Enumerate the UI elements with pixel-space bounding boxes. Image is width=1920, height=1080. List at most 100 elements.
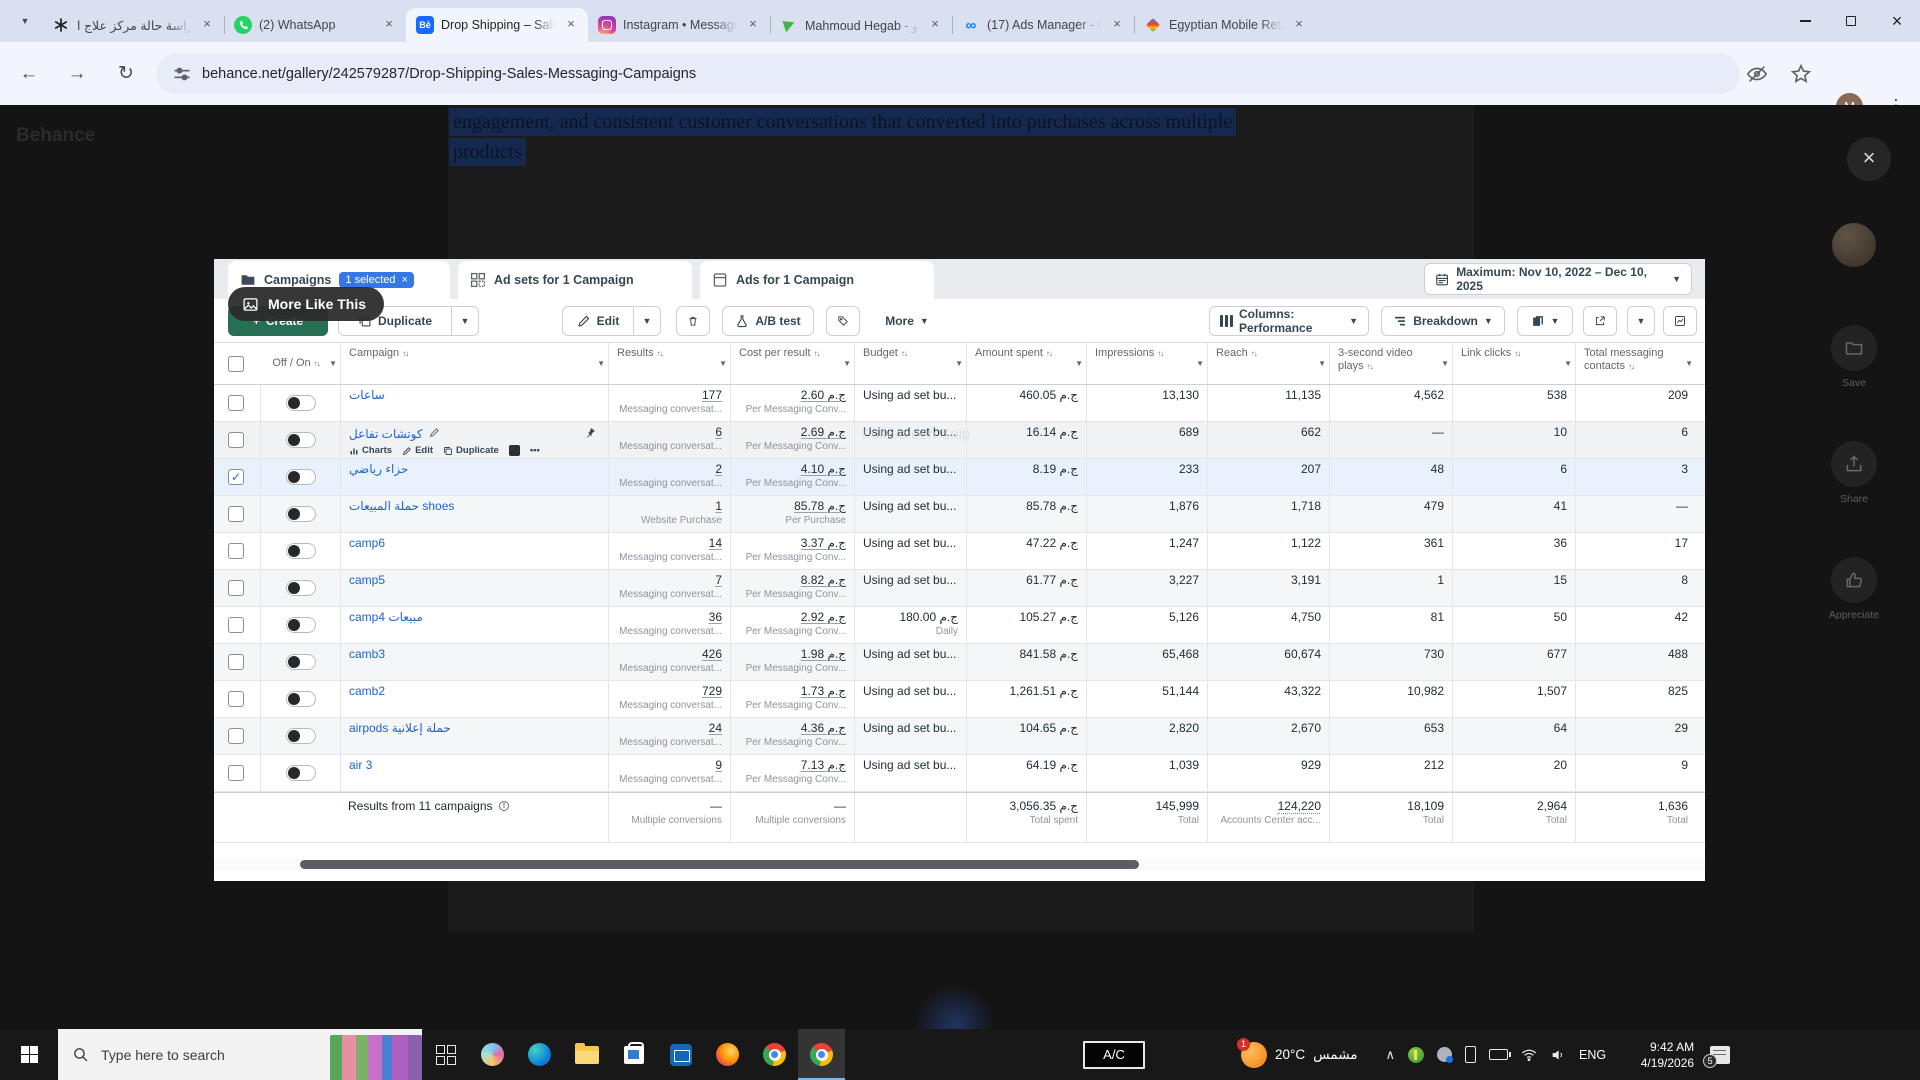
table-row[interactable]: air 3 9Messaging conversat... 7.13 ج.مPe… (214, 755, 1705, 792)
column-header[interactable]: Reach↑↓▼ (1207, 343, 1329, 384)
tab-close-icon[interactable]: × (1108, 16, 1126, 34)
cost-value[interactable]: 4.36 ج.م (739, 721, 846, 735)
results-value[interactable]: 9 (617, 758, 722, 772)
campaign-toggle[interactable] (286, 506, 316, 522)
cost-value[interactable]: 2.92 ج.م (739, 610, 846, 624)
browser-tab[interactable]: (2) WhatsApp × (224, 8, 406, 42)
cost-value[interactable]: 4.10 ج.م (739, 462, 846, 476)
more-like-this-button[interactable]: More Like This (228, 287, 384, 321)
browser-tab[interactable]: دراسة حالة مركز علاج ا × (42, 8, 224, 42)
appreciate-button[interactable] (1831, 557, 1877, 603)
chrome-active-button[interactable] (798, 1029, 845, 1080)
sort-icon[interactable]: ↑↓ (1251, 349, 1257, 358)
row-checkbox[interactable]: ✓ (228, 469, 244, 485)
campaign-toggle[interactable] (286, 728, 316, 744)
column-header[interactable]: 3-second video plays↑↓▼ (1329, 343, 1452, 384)
sort-icon[interactable]: ↑↓ (814, 349, 820, 358)
preview-action-icon[interactable] (509, 445, 520, 456)
caret-down-icon[interactable]: ▼ (955, 357, 963, 370)
table-row[interactable]: حملة المبيعات shoes 1Website Purchase 85… (214, 496, 1705, 533)
sort-icon[interactable]: ↑↓ (901, 349, 907, 358)
row-checkbox[interactable] (228, 691, 244, 707)
edit-pencil-icon[interactable] (429, 425, 440, 443)
table-row[interactable]: ساعات 177Messaging conversat... 2.60 ج.م… (214, 385, 1705, 422)
browser-tab[interactable]: Mahmoud Hegab - يو × (770, 8, 952, 42)
results-value[interactable]: 6 (617, 425, 722, 439)
campaign-name-link[interactable]: camb3 (349, 647, 385, 661)
caret-down-icon[interactable]: ▼ (1196, 357, 1204, 370)
sort-icon[interactable]: ↑↓ (1628, 362, 1634, 371)
caret-down-icon[interactable]: ▼ (597, 357, 605, 370)
caret-down-icon[interactable]: ▼ (719, 357, 727, 370)
browser-tab[interactable]: ∞ (17) Ads Manager - M × (952, 8, 1134, 42)
results-value[interactable]: 729 (617, 684, 722, 698)
campaign-name-link[interactable]: ساعات (349, 388, 385, 402)
campaign-toggle[interactable] (286, 765, 316, 781)
table-row[interactable]: airpods حملة إعلانية 24Messaging convers… (214, 718, 1705, 755)
battery-icon[interactable] (1489, 1049, 1508, 1060)
columns-button[interactable]: Columns: Performance▼ (1209, 306, 1369, 336)
file-explorer-button[interactable] (563, 1029, 610, 1080)
scrollbar-thumb[interactable] (300, 860, 1139, 869)
campaign-name-link[interactable]: air 3 (349, 758, 372, 772)
chrome-button[interactable] (751, 1029, 798, 1080)
campaign-toggle[interactable] (286, 617, 316, 633)
delete-button[interactable] (676, 306, 710, 336)
more-button[interactable]: More▼ (872, 306, 942, 336)
results-value[interactable]: 14 (617, 536, 722, 550)
search-doodle-books[interactable] (330, 1035, 422, 1080)
tab-close-icon[interactable]: × (562, 16, 580, 34)
campaign-name-link[interactable]: camp6 (349, 536, 385, 550)
wifi-icon[interactable] (1521, 1047, 1537, 1063)
edit-button[interactable]: Edit (562, 306, 634, 336)
reports-button[interactable]: ▼ (1517, 306, 1573, 336)
copilot-button[interactable] (469, 1029, 516, 1080)
tray-app-icon[interactable] (1437, 1047, 1452, 1062)
volume-icon[interactable] (1550, 1047, 1566, 1063)
caret-down-icon[interactable]: ▼ (1685, 357, 1693, 370)
table-row[interactable]: camp6 14Messaging conversat... 3.37 ج.مP… (214, 533, 1705, 570)
results-value[interactable]: 426 (617, 647, 722, 661)
duplicate-action[interactable]: Duplicate (443, 445, 499, 456)
horizontal-scrollbar[interactable] (214, 859, 1705, 871)
campaign-toggle[interactable] (286, 691, 316, 707)
column-header[interactable]: Campaign↑↓▼ (340, 343, 608, 384)
tray-chevron-icon[interactable]: ∧ (1385, 1047, 1395, 1063)
row-checkbox[interactable] (228, 654, 244, 670)
antivirus-icon[interactable] (1408, 1047, 1424, 1063)
caret-down-icon[interactable]: ▼ (1075, 357, 1083, 370)
row-checkbox[interactable] (228, 765, 244, 781)
taskbar-clock[interactable]: 9:42 AM 4/19/2026 (1622, 1039, 1694, 1071)
column-header[interactable]: Impressions↑↓▼ (1086, 343, 1207, 384)
sort-icon[interactable]: ↑↓ (402, 349, 408, 358)
table-row[interactable]: camb3 426Messaging conversat... 1.98 ج.م… (214, 644, 1705, 681)
share-button[interactable] (1831, 441, 1877, 487)
export-caret-button[interactable]: ▼ (1627, 306, 1655, 336)
reload-button[interactable]: ↻ (111, 59, 141, 89)
charts-action[interactable]: Charts (349, 445, 392, 456)
row-checkbox[interactable] (228, 580, 244, 596)
firefox-button[interactable] (704, 1029, 751, 1080)
export-button[interactable] (1583, 306, 1617, 336)
edit-caret-button[interactable]: ▼ (633, 306, 661, 336)
outlook-button[interactable] (657, 1029, 704, 1080)
campaign-name-link[interactable]: حزاء رياضي (349, 462, 408, 476)
eye-off-icon[interactable] (1746, 63, 1768, 85)
tab-close-icon[interactable]: × (198, 16, 216, 34)
pin-icon[interactable] (585, 425, 596, 443)
campaign-toggle[interactable] (286, 469, 316, 485)
ac-indicator[interactable]: A/C (1083, 1041, 1145, 1069)
table-row[interactable]: camp5 7Messaging conversat... 8.82 ج.مPe… (214, 570, 1705, 607)
row-checkbox[interactable] (228, 543, 244, 559)
tab-close-icon[interactable]: × (1290, 16, 1308, 34)
lightbox-close-icon[interactable]: × (1847, 137, 1891, 181)
browser-tab[interactable]: Bē Drop Shipping – Sale × (406, 8, 588, 42)
column-header[interactable]: Total messaging contacts↑↓▼ (1575, 343, 1696, 384)
row-checkbox[interactable] (228, 395, 244, 411)
window-close-button[interactable]: × (1874, 0, 1920, 42)
caret-down-icon[interactable]: ▼ (329, 357, 337, 370)
row-checkbox[interactable] (228, 617, 244, 633)
tab-close-icon[interactable]: × (744, 16, 762, 34)
date-range-button[interactable]: Maximum: Nov 10, 2022 – Dec 10, 2025 ▼ (1424, 263, 1692, 295)
cost-value[interactable]: 2.69 ج.م (739, 425, 846, 439)
